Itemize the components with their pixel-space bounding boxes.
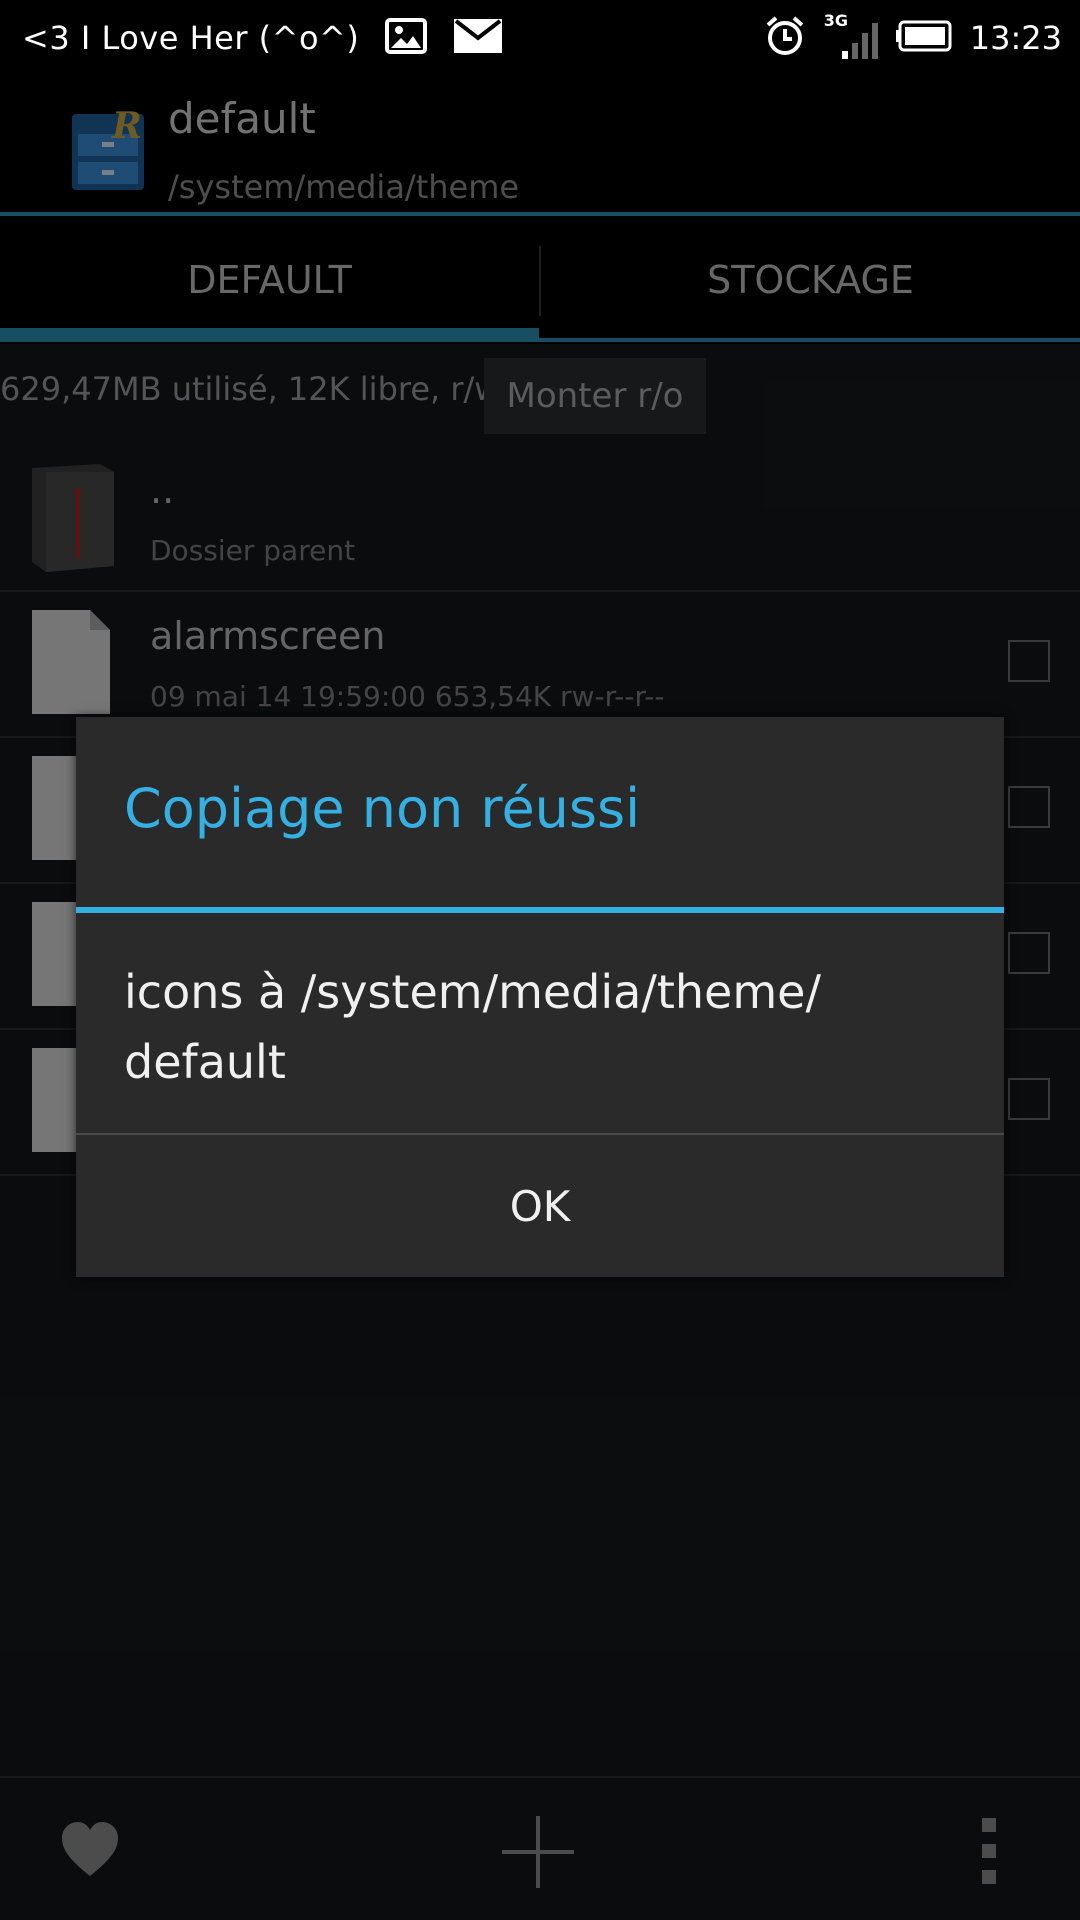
- screen: <3 I Love Her (^o^) 3G 13:23 R default /…: [0, 0, 1080, 1920]
- status-bar: <3 I Love Her (^o^) 3G 13:23: [0, 0, 1080, 76]
- dialog-message: icons à /system/media/theme/ default: [124, 965, 821, 1089]
- dialog-title-divider: [76, 907, 1004, 913]
- battery-icon: [895, 20, 954, 56]
- error-dialog: Copiage non réussi icons à /system/media…: [76, 717, 1004, 1277]
- signal-icon: 3G: [822, 11, 880, 63]
- status-left: <3 I Love Her (^o^): [22, 0, 503, 76]
- mail-notification-icon: [453, 18, 503, 58]
- status-right: 3G 13:23: [764, 0, 1062, 76]
- gallery-notification-icon: [385, 18, 428, 58]
- ok-button[interactable]: OK: [76, 1135, 1004, 1277]
- notification-text: <3 I Love Her (^o^): [22, 19, 360, 57]
- dialog-title: Copiage non réussi: [124, 777, 641, 840]
- clock: 13:23: [969, 19, 1062, 57]
- alarm-icon: [764, 15, 806, 61]
